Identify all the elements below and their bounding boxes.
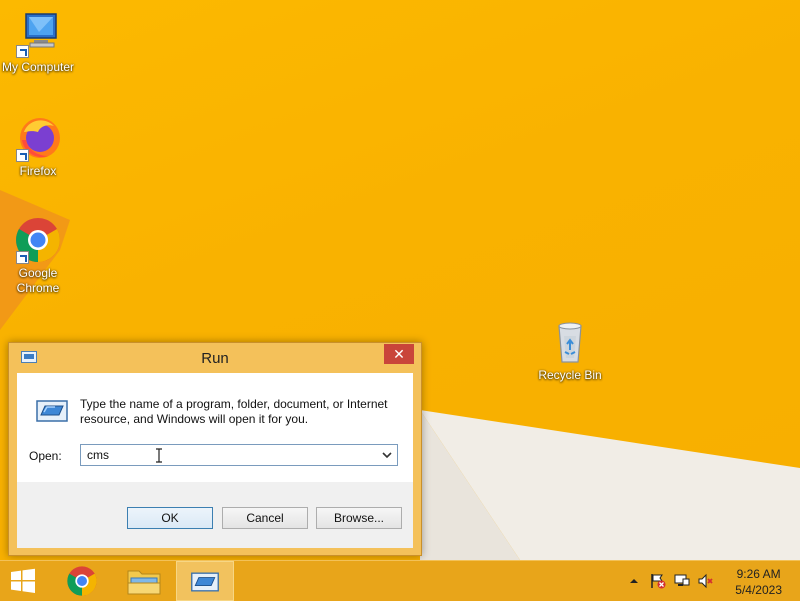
run-description: Type the name of a program, folder, docu… <box>80 397 388 426</box>
taskbar-run-button[interactable] <box>176 561 234 601</box>
desktop-icon-firefox[interactable]: Firefox <box>0 114 76 179</box>
chrome-icon <box>67 566 97 596</box>
run-dialog-title: Run <box>201 350 229 367</box>
run-program-icon <box>36 400 68 422</box>
chrome-icon <box>14 216 62 264</box>
browse-button[interactable]: Browse... <box>316 507 402 529</box>
run-icon <box>191 572 219 592</box>
shortcut-arrow-icon <box>16 45 29 58</box>
clock-date: 5/4/2023 <box>735 583 782 597</box>
start-button[interactable] <box>0 561 48 601</box>
shortcut-arrow-icon <box>16 149 29 162</box>
desktop-icon-recycle-bin[interactable]: Recycle Bin <box>532 318 608 383</box>
shortcut-arrow-icon <box>16 251 29 264</box>
close-button[interactable]: ✕ <box>384 344 414 364</box>
action-center-flag-icon[interactable] <box>650 573 666 589</box>
taskbar-file-explorer-button[interactable] <box>116 561 172 601</box>
taskbar-chrome-button[interactable] <box>54 561 110 601</box>
recycle-bin-icon <box>546 318 594 366</box>
open-input-value[interactable]: cms <box>87 448 109 462</box>
run-dialog-body: Type the name of a program, folder, docu… <box>17 373 413 548</box>
run-titlebar[interactable]: Run ✕ <box>9 343 421 373</box>
file-explorer-icon <box>127 570 161 595</box>
desktop-icon-label: Google Chrome <box>16 266 60 295</box>
open-label: Open: <box>29 449 62 463</box>
clock-time: 9:26 AM <box>736 567 781 581</box>
firefox-icon <box>14 114 62 162</box>
start-icon <box>11 568 35 593</box>
desktop-icon-label: My Computer <box>1 60 75 74</box>
text-cursor-icon <box>156 448 162 463</box>
desktop-icon-my-computer[interactable]: My Computer <box>0 10 76 75</box>
desktop-icon-google-chrome[interactable]: Google Chrome <box>0 216 76 296</box>
desktop-icon-label: Firefox <box>19 164 57 178</box>
volume-muted-icon[interactable] <box>698 573 714 589</box>
computer-icon <box>14 10 62 58</box>
desktop-icon-label: Recycle Bin <box>538 368 602 382</box>
ok-button[interactable]: OK <box>127 507 213 529</box>
show-hidden-icons-icon[interactable] <box>626 573 642 589</box>
chevron-down-icon[interactable] <box>380 448 394 462</box>
cancel-button[interactable]: Cancel <box>222 507 308 529</box>
taskbar-clock[interactable]: 9:26 AM 5/4/2023 <box>735 566 782 598</box>
run-dialog: Run ✕ Type the name of a program, folder… <box>8 342 422 556</box>
taskbar: 9:26 AM 5/4/2023 <box>0 560 800 601</box>
network-icon[interactable] <box>674 573 690 589</box>
open-combobox[interactable]: cms <box>80 444 398 466</box>
